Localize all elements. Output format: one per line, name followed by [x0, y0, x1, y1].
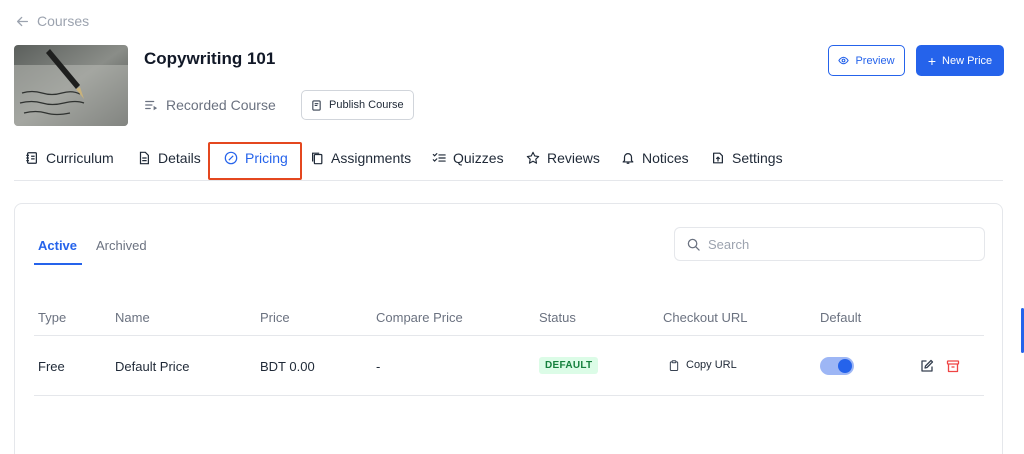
- search-input[interactable]: [708, 236, 968, 252]
- tab-label: Notices: [642, 150, 689, 166]
- curriculum-icon: [26, 152, 37, 164]
- copy-url-label: Copy URL: [686, 359, 737, 371]
- archive-icon[interactable]: [946, 359, 960, 373]
- cell-compare-price: -: [376, 359, 381, 374]
- column-header-compare-price: Compare Price: [376, 310, 463, 325]
- tab-label: Assignments: [331, 150, 412, 166]
- publish-course-button[interactable]: Publish Course: [301, 90, 414, 120]
- copy-url-button[interactable]: Copy URL: [669, 359, 737, 371]
- subtab-archived[interactable]: Archived: [96, 238, 147, 253]
- tab-details[interactable]: Details: [137, 150, 201, 166]
- tab-settings[interactable]: Settings: [711, 150, 783, 166]
- column-header-type: Type: [38, 310, 67, 325]
- tab-label: Settings: [732, 150, 783, 166]
- clipboard-icon: [669, 359, 679, 371]
- book-icon: [312, 99, 321, 111]
- course-type-label: Recorded Course: [166, 97, 276, 113]
- table-row-divider: [34, 395, 984, 396]
- cell-name: Default Price: [115, 359, 190, 374]
- course-thumbnail: [14, 45, 128, 126]
- publish-course-label: Publish Course: [329, 99, 404, 111]
- subtab-active[interactable]: Active: [38, 238, 77, 253]
- eye-icon: [838, 56, 850, 65]
- tab-label: Reviews: [547, 150, 600, 166]
- preview-button[interactable]: Preview: [828, 45, 905, 76]
- plus-icon: +: [927, 52, 937, 69]
- column-header-default: Default: [820, 310, 862, 325]
- tab-label: Quizzes: [453, 150, 504, 166]
- tab-label: Details: [158, 150, 201, 166]
- pricing-card: Active Archived Type Name Price Compare …: [14, 203, 1003, 454]
- column-header-status: Status: [539, 310, 576, 325]
- search-box[interactable]: [674, 227, 985, 261]
- tab-label: Curriculum: [46, 150, 114, 166]
- column-header-name: Name: [115, 310, 150, 325]
- course-title: Copywriting 101: [144, 49, 276, 68]
- tab-notices[interactable]: Notices: [621, 150, 689, 166]
- column-header-price: Price: [260, 310, 290, 325]
- copy-icon: [312, 152, 323, 165]
- active-subtab-indicator: [34, 263, 82, 265]
- cell-price: BDT 0.00: [260, 359, 315, 374]
- preview-label: Preview: [855, 54, 895, 67]
- checklist-icon: [432, 153, 446, 162]
- tab-quizzes[interactable]: Quizzes: [432, 150, 504, 166]
- search-icon: [687, 238, 700, 251]
- tab-assignments[interactable]: Assignments: [310, 150, 411, 166]
- arrow-left-icon: [16, 16, 29, 26]
- edit-icon[interactable]: [920, 359, 934, 373]
- document-icon: [139, 151, 149, 165]
- tab-reviews[interactable]: Reviews: [526, 150, 600, 166]
- status-badge: DEFAULT: [539, 357, 599, 374]
- default-toggle[interactable]: [820, 357, 854, 375]
- back-to-courses-link[interactable]: Courses: [16, 13, 89, 29]
- table-header-divider: [34, 335, 984, 336]
- course-type: Recorded Course: [144, 97, 276, 113]
- course-tabs: Curriculum Details Pricing Assignments Q…: [14, 142, 1003, 181]
- tab-curriculum[interactable]: Curriculum: [25, 150, 114, 166]
- pricing-tab-highlight: [208, 142, 302, 180]
- toggle-knob: [838, 359, 852, 373]
- settings-icon: [713, 152, 723, 164]
- column-header-checkout-url: Checkout URL: [663, 310, 748, 325]
- cell-type: Free: [38, 359, 65, 374]
- recorded-course-icon: [145, 100, 158, 111]
- new-price-label: New Price: [942, 54, 993, 67]
- new-price-button[interactable]: + New Price: [916, 45, 1004, 76]
- bell-icon: [622, 153, 634, 164]
- breadcrumb-label: Courses: [37, 13, 90, 29]
- star-icon: [526, 151, 540, 164]
